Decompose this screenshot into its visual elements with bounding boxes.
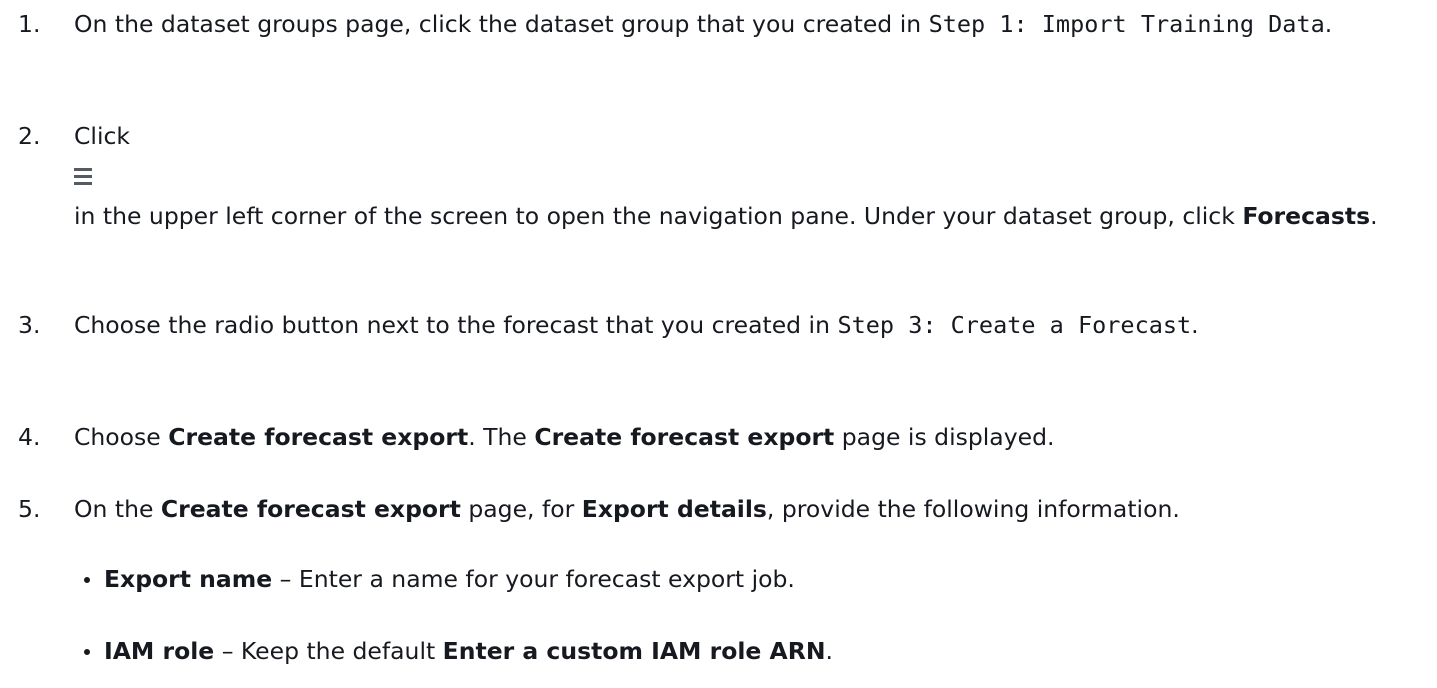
step-number: 5. xyxy=(18,495,41,523)
step-text: . xyxy=(1191,311,1199,339)
bullet-bold: Enter a custom IAM role ARN xyxy=(442,637,826,665)
step-number: 2. xyxy=(18,122,41,150)
step-text: Choose xyxy=(74,423,169,451)
step-1: 1. On the dataset groups page, click the … xyxy=(0,5,1437,44)
step-text: page is displayed. xyxy=(834,423,1055,451)
bullet-text: – Enter a name for your forecast export … xyxy=(272,565,795,593)
step-text: . The xyxy=(468,423,535,451)
step-text: Click xyxy=(74,122,130,150)
step-bold: Create forecast export xyxy=(168,423,469,451)
step-bold: Create forecast export xyxy=(160,495,461,523)
step-4: 4. Choose Create forecast export. The Cre… xyxy=(0,418,1437,457)
step-text: . xyxy=(1370,202,1378,230)
document: 1. On the dataset groups page, click the … xyxy=(0,0,1437,688)
step-code: Step 1: Import Training Data xyxy=(928,10,1325,38)
step-number: 3. xyxy=(18,311,41,339)
bullet-text: . xyxy=(825,637,833,665)
step-text: On the xyxy=(74,495,161,523)
step-bold: Export details xyxy=(581,495,767,523)
menu-icon xyxy=(74,166,92,188)
step-text: in the upper left corner of the screen t… xyxy=(74,202,1243,230)
step-text: , provide the following information. xyxy=(766,495,1180,523)
step-bold: Forecasts xyxy=(1242,202,1371,230)
step-code: Step 3: Create a Forecast xyxy=(837,311,1192,339)
bullet-text: – Keep the default xyxy=(214,637,443,665)
bullet-item: IAM role – Keep the default Enter a cust… xyxy=(74,632,1437,671)
step-2: 2. Click in the upper left corner of the … xyxy=(0,117,1437,236)
step-text: Choose the radio button next to the fore… xyxy=(74,311,838,339)
step-text: On the dataset groups page, click the da… xyxy=(74,10,929,38)
bullet-item: Export name – Enter a name for your fore… xyxy=(74,560,1437,599)
step-number: 4. xyxy=(18,423,41,451)
bullet-list: Export name – Enter a name for your fore… xyxy=(74,560,1437,671)
bullet-bold: Export name xyxy=(104,565,273,593)
step-5: 5. On the Create forecast export page, fo… xyxy=(0,490,1437,671)
step-text: page, for xyxy=(460,495,582,523)
step-3: 3. Choose the radio button next to the fo… xyxy=(0,306,1437,345)
step-number: 1. xyxy=(18,10,41,38)
step-bold: Create forecast export xyxy=(534,423,835,451)
bullet-bold: IAM role xyxy=(104,637,215,665)
step-text: . xyxy=(1324,10,1333,38)
